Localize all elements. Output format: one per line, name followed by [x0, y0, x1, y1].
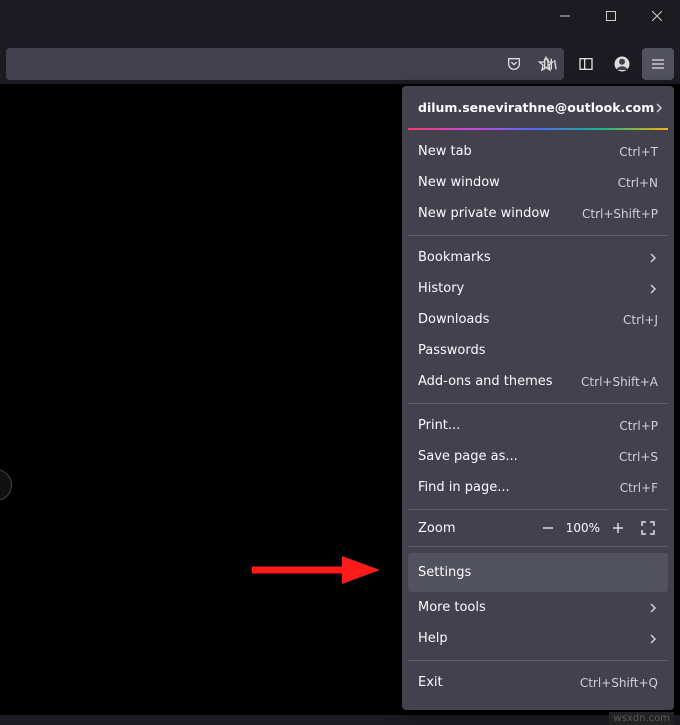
close-button[interactable]: [634, 0, 680, 32]
menu-passwords[interactable]: Passwords: [402, 335, 674, 366]
zoom-value: 100%: [566, 521, 600, 535]
maximize-button[interactable]: [588, 0, 634, 32]
account-menu-item[interactable]: dilum.senevirathne@outlook.com: [402, 86, 674, 128]
menu-addons[interactable]: Add-ons and themes Ctrl+Shift+A: [402, 366, 674, 397]
menu-zoom-row: Zoom 100%: [402, 510, 674, 546]
menu-section-library: Bookmarks History Downloads Ctrl+J Passw…: [402, 236, 674, 403]
fullscreen-icon[interactable]: [636, 516, 660, 540]
window-titlebar: [0, 0, 680, 44]
menu-history[interactable]: History: [402, 273, 674, 304]
menu-bookmarks[interactable]: Bookmarks: [402, 242, 674, 273]
menu-new-private-window[interactable]: New private window Ctrl+Shift+P: [402, 198, 674, 229]
url-bar[interactable]: [6, 48, 564, 80]
pocket-icon[interactable]: [498, 48, 530, 80]
menu-more-tools[interactable]: More tools: [402, 592, 674, 623]
toolbar-right-icons: [498, 48, 674, 80]
menu-section-exit: Exit Ctrl+Shift+Q: [402, 661, 674, 704]
menu-section-tools: Settings More tools Help: [402, 547, 674, 660]
chevron-right-icon: [648, 253, 658, 263]
sidebar-icon[interactable]: [570, 48, 602, 80]
menu-find-in-page[interactable]: Find in page... Ctrl+F: [402, 472, 674, 503]
app-menu: dilum.senevirathne@outlook.com New tab C…: [402, 86, 674, 710]
chevron-right-icon: [648, 603, 658, 613]
menu-settings[interactable]: Settings: [408, 553, 668, 592]
menu-new-tab[interactable]: New tab Ctrl+T: [402, 136, 674, 167]
account-email: dilum.senevirathne@outlook.com: [418, 100, 654, 115]
chevron-right-icon: [648, 634, 658, 644]
menu-print[interactable]: Print... Ctrl+P: [402, 410, 674, 441]
zoom-label: Zoom: [418, 521, 536, 536]
chevron-right-icon: [654, 103, 664, 113]
zoom-in-button[interactable]: [606, 516, 630, 540]
menu-section-new: New tab Ctrl+T New window Ctrl+N New pri…: [402, 130, 674, 235]
chevron-right-icon: [648, 284, 658, 294]
watermark: wsxdn.com: [609, 712, 674, 725]
zoom-out-button[interactable]: [536, 516, 560, 540]
window-controls: [542, 0, 680, 32]
minimize-button[interactable]: [542, 0, 588, 32]
menu-new-window[interactable]: New window Ctrl+N: [402, 167, 674, 198]
library-icon[interactable]: [534, 48, 566, 80]
account-avatar-icon[interactable]: [606, 48, 638, 80]
menu-save-page[interactable]: Save page as... Ctrl+S: [402, 441, 674, 472]
menu-section-page: Print... Ctrl+P Save page as... Ctrl+S F…: [402, 404, 674, 509]
menu-exit[interactable]: Exit Ctrl+Shift+Q: [402, 667, 674, 698]
hamburger-menu-button[interactable]: [642, 48, 674, 80]
menu-help[interactable]: Help: [402, 623, 674, 654]
menu-downloads[interactable]: Downloads Ctrl+J: [402, 304, 674, 335]
